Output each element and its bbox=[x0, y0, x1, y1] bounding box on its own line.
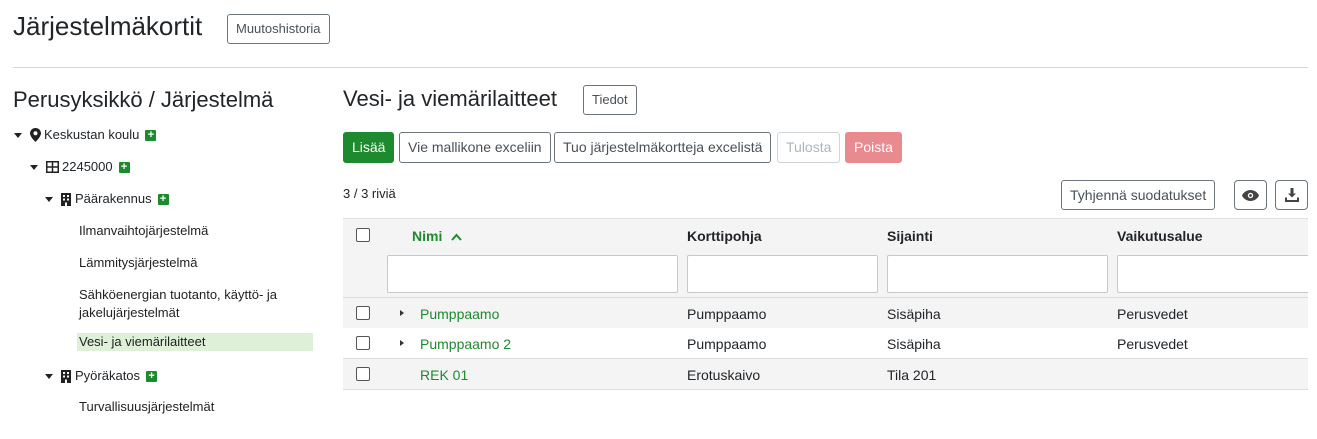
add-child-icon[interactable]: + bbox=[146, 370, 158, 382]
table-header: Nimi Korttipohja Sijainti Vaikutusalue bbox=[343, 218, 1308, 298]
tree-item-heating[interactable]: Lämmitysjärjestelmä bbox=[79, 254, 197, 272]
row-template: Erotuskaivo bbox=[687, 367, 761, 383]
name-filter-input[interactable] bbox=[387, 255, 678, 293]
sort-ascending-icon[interactable] bbox=[451, 233, 462, 241]
add-child-icon[interactable]: + bbox=[118, 161, 130, 173]
column-header-template[interactable]: Korttipohja bbox=[687, 228, 762, 244]
add-child-icon[interactable]: + bbox=[145, 129, 157, 141]
row-template: Pumppaamo bbox=[687, 336, 767, 352]
expand-arrow-icon[interactable] bbox=[400, 310, 404, 316]
row-area: Perusvedet bbox=[1117, 336, 1188, 352]
caret-down-icon[interactable] bbox=[30, 164, 38, 170]
column-visibility-button[interactable] bbox=[1234, 180, 1267, 210]
download-icon bbox=[1284, 188, 1299, 202]
caret-down-icon[interactable] bbox=[45, 373, 53, 379]
row-name-link[interactable]: Pumppaamo bbox=[420, 306, 499, 322]
tree-node-site[interactable]: Keskustan koulu + bbox=[14, 123, 157, 147]
row-name-link[interactable]: REK 01 bbox=[420, 367, 468, 383]
row-name-link[interactable]: Pumppaamo 2 bbox=[420, 336, 511, 352]
tree-item-ventilation[interactable]: Ilmanvaihtojärjestelmä bbox=[79, 222, 208, 240]
tree-item-electrical[interactable]: Sähköenergian tuotanto, käyttö- ja jakel… bbox=[79, 286, 304, 322]
print-button[interactable]: Tulosta bbox=[777, 132, 841, 163]
row-location: Sisäpiha bbox=[887, 336, 941, 352]
row-checkbox[interactable] bbox=[356, 336, 370, 350]
eye-icon bbox=[1242, 189, 1259, 201]
row-checkbox[interactable] bbox=[356, 367, 370, 381]
info-button[interactable]: Tiedot bbox=[583, 85, 637, 115]
area-filter-input[interactable] bbox=[1117, 255, 1308, 293]
export-template-button[interactable]: Vie mallikone exceliin bbox=[399, 132, 551, 163]
row-template: Pumppaamo bbox=[687, 306, 767, 322]
tree-label-bike-shelter: Pyöräkatos bbox=[75, 368, 141, 383]
column-header-name[interactable]: Nimi bbox=[412, 228, 462, 244]
tree-node-bike-shelter[interactable]: Pyöräkatos + bbox=[45, 364, 158, 388]
system-title: Vesi- ja viemärilaitteet bbox=[343, 86, 557, 111]
page-title: Järjestelmäkortit bbox=[13, 11, 203, 41]
location-filter-input[interactable] bbox=[887, 255, 1108, 293]
tree-node-property[interactable]: 2245000 + bbox=[30, 155, 130, 179]
tree-title: Perusyksikkö / Järjestelmä bbox=[13, 87, 274, 112]
grid-icon bbox=[46, 161, 59, 173]
download-button[interactable] bbox=[1275, 180, 1308, 210]
change-history-button[interactable]: Muutoshistoria bbox=[227, 14, 330, 44]
systems-table: Nimi Korttipohja Sijainti Vaikutusalue P… bbox=[343, 218, 1308, 390]
tree-label-site: Keskustan koulu bbox=[44, 127, 140, 142]
import-cards-button[interactable]: Tuo järjestelmäkortteja excelistä bbox=[554, 132, 772, 163]
caret-down-icon[interactable] bbox=[14, 132, 22, 138]
row-area: Perusvedet bbox=[1117, 306, 1188, 322]
divider bbox=[13, 67, 1308, 68]
tree-label-property: 2245000 bbox=[62, 159, 113, 174]
add-child-icon[interactable]: + bbox=[157, 193, 169, 205]
column-header-location[interactable]: Sijainti bbox=[887, 228, 933, 244]
location-pin-icon bbox=[30, 128, 41, 142]
building-icon bbox=[61, 369, 71, 383]
add-button[interactable]: Lisää bbox=[343, 132, 395, 163]
tree-item-safety[interactable]: Turvallisuusjärjestelmät bbox=[79, 398, 214, 416]
expand-arrow-icon[interactable] bbox=[400, 340, 404, 346]
table-row[interactable]: Pumppaamo Pumppaamo Sisäpiha Perusvedet bbox=[343, 298, 1308, 329]
clear-filters-button[interactable]: Tyhjennä suodatukset bbox=[1061, 180, 1216, 210]
row-location: Sisäpiha bbox=[887, 306, 941, 322]
building-icon bbox=[61, 192, 71, 206]
table-row[interactable]: Pumppaamo 2 Pumppaamo Sisäpiha Perusvede… bbox=[343, 328, 1308, 359]
row-checkbox[interactable] bbox=[356, 306, 370, 320]
tree-label-building-main: Päärakennus bbox=[75, 191, 152, 206]
table-row[interactable]: REK 01 Erotuskaivo Tila 201 bbox=[343, 359, 1308, 390]
caret-down-icon[interactable] bbox=[45, 196, 53, 202]
select-all-checkbox[interactable] bbox=[356, 228, 370, 242]
column-header-area[interactable]: Vaikutusalue bbox=[1117, 228, 1203, 244]
row-location: Tila 201 bbox=[887, 367, 937, 383]
template-filter-input[interactable] bbox=[687, 255, 878, 293]
tree-node-building-main[interactable]: Päärakennus + bbox=[45, 187, 169, 211]
tree-item-water-sewer[interactable]: Vesi- ja viemärilaitteet bbox=[77, 333, 313, 351]
delete-button[interactable]: Poista bbox=[845, 132, 902, 163]
row-count: 3 / 3 riviä bbox=[343, 186, 396, 201]
